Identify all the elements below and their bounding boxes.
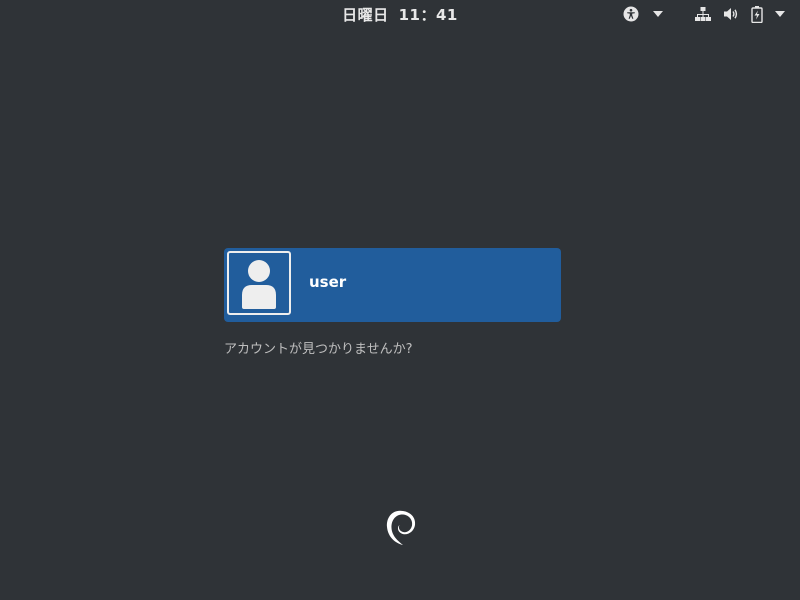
default-user-avatar-icon [242,260,276,309]
chevron-down-icon [775,11,785,17]
debian-logo [386,510,416,545]
login-screen: 日曜日 11：41 user アカウントが見つかりませんか? [0,0,800,600]
clock-day: 日曜日 [342,6,389,24]
volume-icon [724,8,738,20]
accessibility-menu-button[interactable] [622,5,664,23]
battery-charging-icon [751,5,763,23]
clock-time: 11：41 [398,6,458,24]
system-menu-button[interactable] [690,5,790,23]
network-wired-icon [695,7,711,21]
accessibility-icon [623,6,639,22]
user-avatar [227,251,291,315]
chevron-down-icon [653,11,663,17]
not-listed-link[interactable]: アカウントが見つかりませんか? [224,338,413,357]
top-bar: 日曜日 11：41 [0,0,800,28]
clock-button[interactable]: 日曜日 11：41 [0,4,800,25]
user-list-item[interactable]: user [224,248,561,322]
user-name-label: user [309,273,347,291]
